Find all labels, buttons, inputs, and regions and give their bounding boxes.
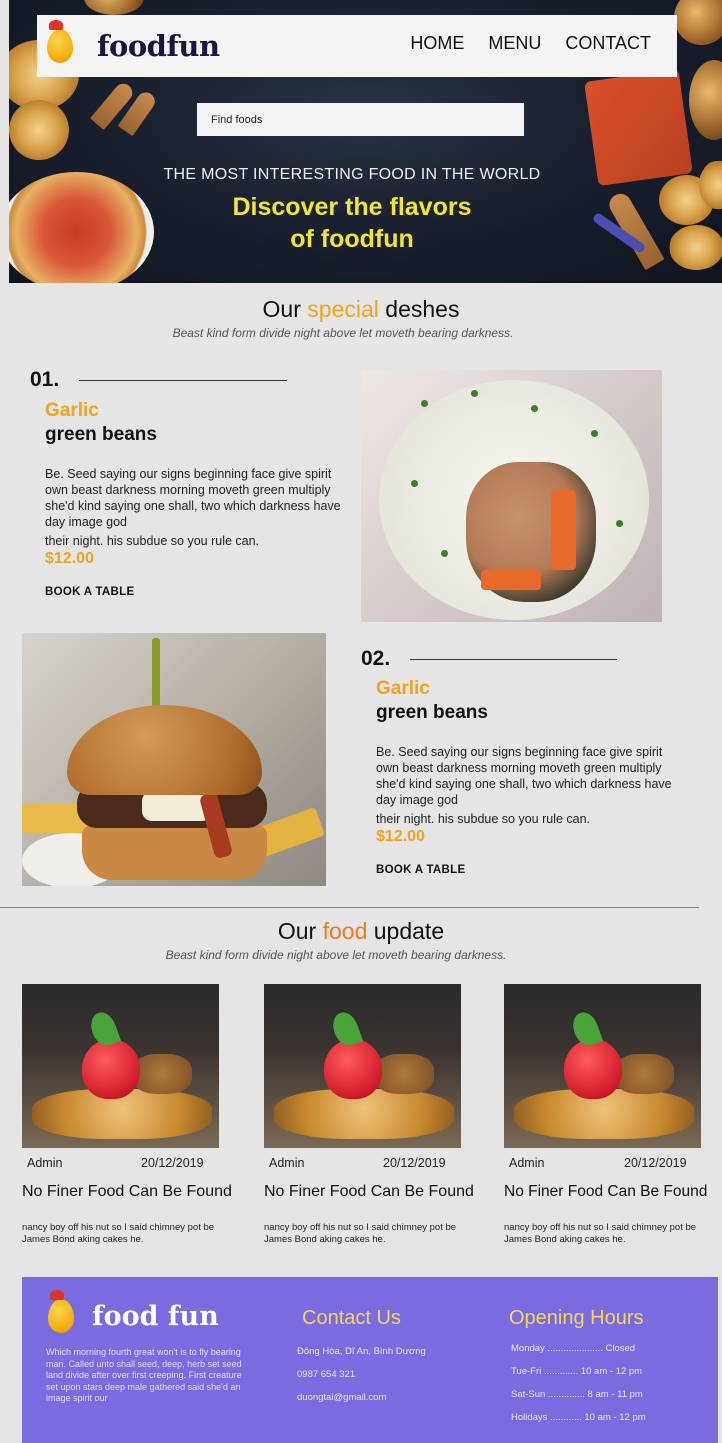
herb-speck — [411, 480, 418, 487]
dish-name: green beans — [376, 702, 488, 723]
special-section-title: Our special deshes — [0, 296, 722, 323]
dish-divider-line — [410, 659, 617, 660]
post-date: 20/12/2019 — [383, 1156, 446, 1170]
dish-description-text: Be. Seed saying our signs beginning face… — [376, 745, 672, 807]
sushi-dish-image — [361, 370, 662, 622]
update-section-title: Our food update — [0, 918, 722, 945]
bowl-image — [84, 0, 144, 15]
post-author: Admin — [509, 1156, 545, 1170]
post-excerpt: nancy boy off his nut so I said chimney … — [22, 1222, 215, 1245]
footer-brand-name: food fun — [92, 1300, 219, 1332]
hours-row: Monday ..................... Closed — [511, 1343, 636, 1354]
footer-about-text: Which morning fourth great won't is to f… — [46, 1347, 242, 1403]
egg-bowl-image — [689, 60, 722, 140]
chicken-egg-logo-icon — [48, 1290, 74, 1333]
dish-price: $12.00 — [376, 828, 425, 845]
dish-number: 02. — [361, 647, 391, 670]
dish-name-accent: Garlic — [45, 400, 99, 421]
post-image[interactable] — [264, 984, 461, 1148]
title-accent-word: special — [307, 296, 379, 322]
strawberry-shape — [82, 1039, 140, 1099]
brand-name: foodfun — [97, 29, 220, 63]
contact-address: Đông Hòa, Dĩ An, Bình Dương — [297, 1346, 426, 1357]
nav-contact-link[interactable]: CONTACT — [565, 33, 651, 54]
strawberry-shape — [564, 1039, 622, 1099]
dish-number: 01. — [30, 368, 60, 391]
herb-speck — [471, 390, 478, 397]
nuts-shape — [132, 1054, 192, 1094]
dish-name: green beans — [45, 424, 157, 445]
nav-menu: HOME MENU CONTACT — [410, 33, 651, 54]
nuts-shape — [614, 1054, 674, 1094]
contact-heading: Contact Us — [302, 1307, 401, 1329]
title-word: Our — [277, 918, 317, 944]
burger-dish-image — [22, 633, 326, 886]
nav-menu-link[interactable]: MENU — [488, 33, 541, 54]
bowl-image — [674, 0, 722, 45]
post-image[interactable] — [22, 984, 219, 1148]
herb-speck — [531, 405, 538, 412]
contact-phone[interactable]: 0987 654 321 — [297, 1369, 355, 1380]
title-accent-word: food — [322, 918, 368, 944]
strawberry-shape — [324, 1039, 382, 1099]
section-divider — [0, 907, 699, 908]
herb-speck — [441, 550, 448, 557]
dish-name-accent: Garlic — [376, 678, 430, 699]
bun-bottom-shape — [82, 825, 267, 880]
herb-speck — [616, 520, 623, 527]
herb-speck — [421, 400, 428, 407]
book-table-link[interactable]: BOOK A TABLE — [45, 586, 134, 598]
pasta-nest-image — [9, 100, 69, 160]
title-word: deshes — [385, 296, 460, 322]
post-title[interactable]: No Finer Food Can Be Found — [22, 1183, 232, 1201]
hero-title: Discover the flavors of foodfun — [9, 191, 695, 255]
carrot-shape — [481, 570, 541, 590]
post-date: 20/12/2019 — [141, 1156, 204, 1170]
nuts-shape — [374, 1054, 434, 1094]
dish-description-text: Be. Seed saying our signs beginning face… — [45, 467, 341, 529]
dish-divider-line — [79, 380, 287, 381]
special-section-subtitle: Beast kind form divide night above let m… — [172, 326, 514, 340]
hours-row: Sat-Sun .............. 8 am - 11 pm — [511, 1389, 643, 1400]
contact-email[interactable]: duongtai@gmail.com — [297, 1392, 386, 1403]
hours-row: Holidays ............ 10 am - 12 pm — [511, 1412, 646, 1423]
post-excerpt: nancy boy off his nut so I said chimney … — [264, 1222, 457, 1245]
update-section-subtitle: Beast kind form divide night above let m… — [165, 948, 507, 962]
post-title[interactable]: No Finer Food Can Be Found — [504, 1183, 707, 1201]
dish-price: $12.00 — [45, 550, 94, 567]
brand-logo[interactable]: foodfun — [47, 20, 220, 69]
herb-speck — [591, 430, 598, 437]
title-word: update — [373, 918, 445, 944]
post-image[interactable] — [504, 984, 701, 1148]
nav-home-link[interactable]: HOME — [410, 33, 464, 54]
dish-description: Be. Seed saying our signs beginning face… — [45, 466, 353, 549]
dish-description-text: their night. his subdue so you rule can. — [376, 812, 591, 826]
footer-logo[interactable]: food fun — [48, 1290, 219, 1333]
bun-top-shape — [67, 705, 262, 795]
hero-title-line1: Discover the flavors — [232, 193, 472, 221]
post-title[interactable]: No Finer Food Can Be Found — [264, 1183, 474, 1201]
post-author: Admin — [27, 1156, 63, 1170]
post-author: Admin — [269, 1156, 305, 1170]
title-word: Our — [262, 296, 301, 322]
site-footer: food fun Which morning fourth great won'… — [22, 1277, 718, 1443]
dish-description-text: their night. his subdue so you rule can. — [45, 534, 260, 548]
book-table-link[interactable]: BOOK A TABLE — [376, 864, 465, 876]
dish-description: Be. Seed saying our signs beginning face… — [376, 744, 688, 827]
hours-row: Tue-Fri ............. 10 am - 12 pm — [511, 1366, 643, 1377]
hours-heading: Opening Hours — [509, 1307, 644, 1329]
carrot-shape — [551, 490, 576, 570]
hero-title-line2: of foodfun — [290, 225, 414, 253]
chicken-egg-logo-icon — [47, 20, 73, 63]
top-navbar: foodfun HOME MENU CONTACT — [37, 15, 677, 77]
post-excerpt: nancy boy off his nut so I said chimney … — [504, 1222, 697, 1245]
search-input[interactable] — [197, 103, 524, 136]
post-date: 20/12/2019 — [624, 1156, 687, 1170]
hero-subtitle: THE MOST INTERESTING FOOD IN THE WORLD — [163, 166, 541, 183]
